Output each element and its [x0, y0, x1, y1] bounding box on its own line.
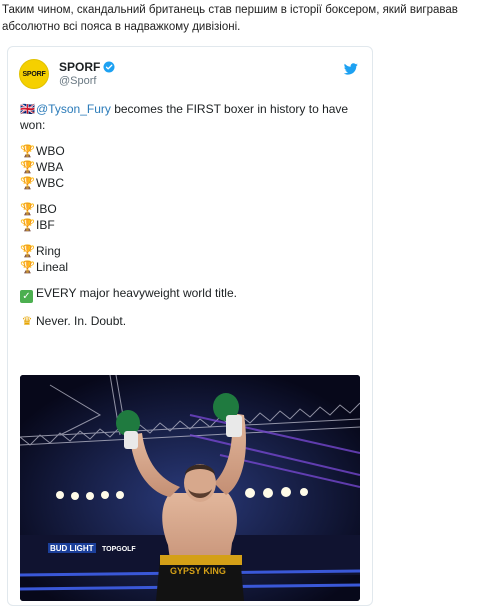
author-name-text[interactable]: SPORF — [59, 60, 100, 74]
mention-link[interactable]: @Tyson_Fury — [36, 102, 111, 116]
title-item: 🏆IBF — [20, 217, 360, 233]
verified-badge-icon — [103, 61, 115, 73]
title-item: 🏆WBC — [20, 175, 360, 191]
check-mark-icon: ✓ — [20, 290, 33, 303]
tweet-author[interactable]: SPORF SPORF @Sporf — [19, 59, 115, 89]
uk-flag-icon: 🇬🇧 — [20, 102, 35, 116]
banner-text-budlight: BUD LIGHT — [50, 544, 94, 553]
embedded-tweet[interactable]: SPORF SPORF @Sporf 🇬🇧@Tyson_Fury becomes… — [7, 46, 373, 606]
tweet-text: 🇬🇧@Tyson_Fury becomes the FIRST boxer in… — [20, 101, 360, 329]
shorts-text: GYPSY KING — [170, 566, 226, 576]
title-label: IBO — [36, 202, 57, 216]
every-title-text: EVERY major heavyweight world title. — [36, 286, 237, 300]
tweet-photo[interactable]: BUD LIGHT TOPGOLF GYPSY KING — [20, 375, 360, 601]
avatar[interactable]: SPORF — [19, 59, 49, 89]
trophy-icon: 🏆 — [20, 144, 35, 158]
trophy-icon: 🏆 — [20, 176, 35, 190]
tweet-headline: 🇬🇧@Tyson_Fury becomes the FIRST boxer in… — [20, 101, 360, 133]
title-label: WBA — [36, 160, 64, 174]
title-label: IBF — [36, 218, 55, 232]
twitter-bird-icon[interactable] — [344, 63, 358, 75]
title-item: 🏆IBO — [20, 201, 360, 217]
trophy-icon: 🏆 — [20, 160, 35, 174]
closing-text: Never. In. Doubt. — [36, 314, 127, 328]
article-intro-text: Таким чином, скандальний британець став … — [2, 4, 458, 33]
author-display-name[interactable]: SPORF — [59, 60, 115, 74]
banner-text-topgolf: TOPGOLF — [102, 546, 136, 553]
title-item: 🏆Lineal — [20, 259, 360, 275]
title-label: Lineal — [36, 260, 69, 274]
crown-icon: ♛ — [21, 314, 33, 328]
title-item: 🏆Ring — [20, 243, 360, 259]
trophy-icon: 🏆 — [20, 202, 35, 216]
title-label: WBO — [36, 144, 65, 158]
author-handle[interactable]: @Sporf — [59, 74, 115, 88]
title-item: 🏆WBO — [20, 143, 360, 159]
title-item: 🏆WBA — [20, 159, 360, 175]
title-label: Ring — [36, 244, 61, 258]
closing-line: ♛ Never. In. Doubt. — [20, 313, 360, 329]
trophy-icon: 🏆 — [20, 218, 35, 232]
every-title-line: ✓ EVERY major heavyweight world title. — [20, 285, 360, 303]
trophy-icon: 🏆 — [20, 260, 35, 274]
title-label: WBC — [36, 176, 64, 190]
boxer-photo-illustration: BUD LIGHT TOPGOLF GYPSY KING — [20, 375, 360, 601]
trophy-icon: 🏆 — [20, 244, 35, 258]
